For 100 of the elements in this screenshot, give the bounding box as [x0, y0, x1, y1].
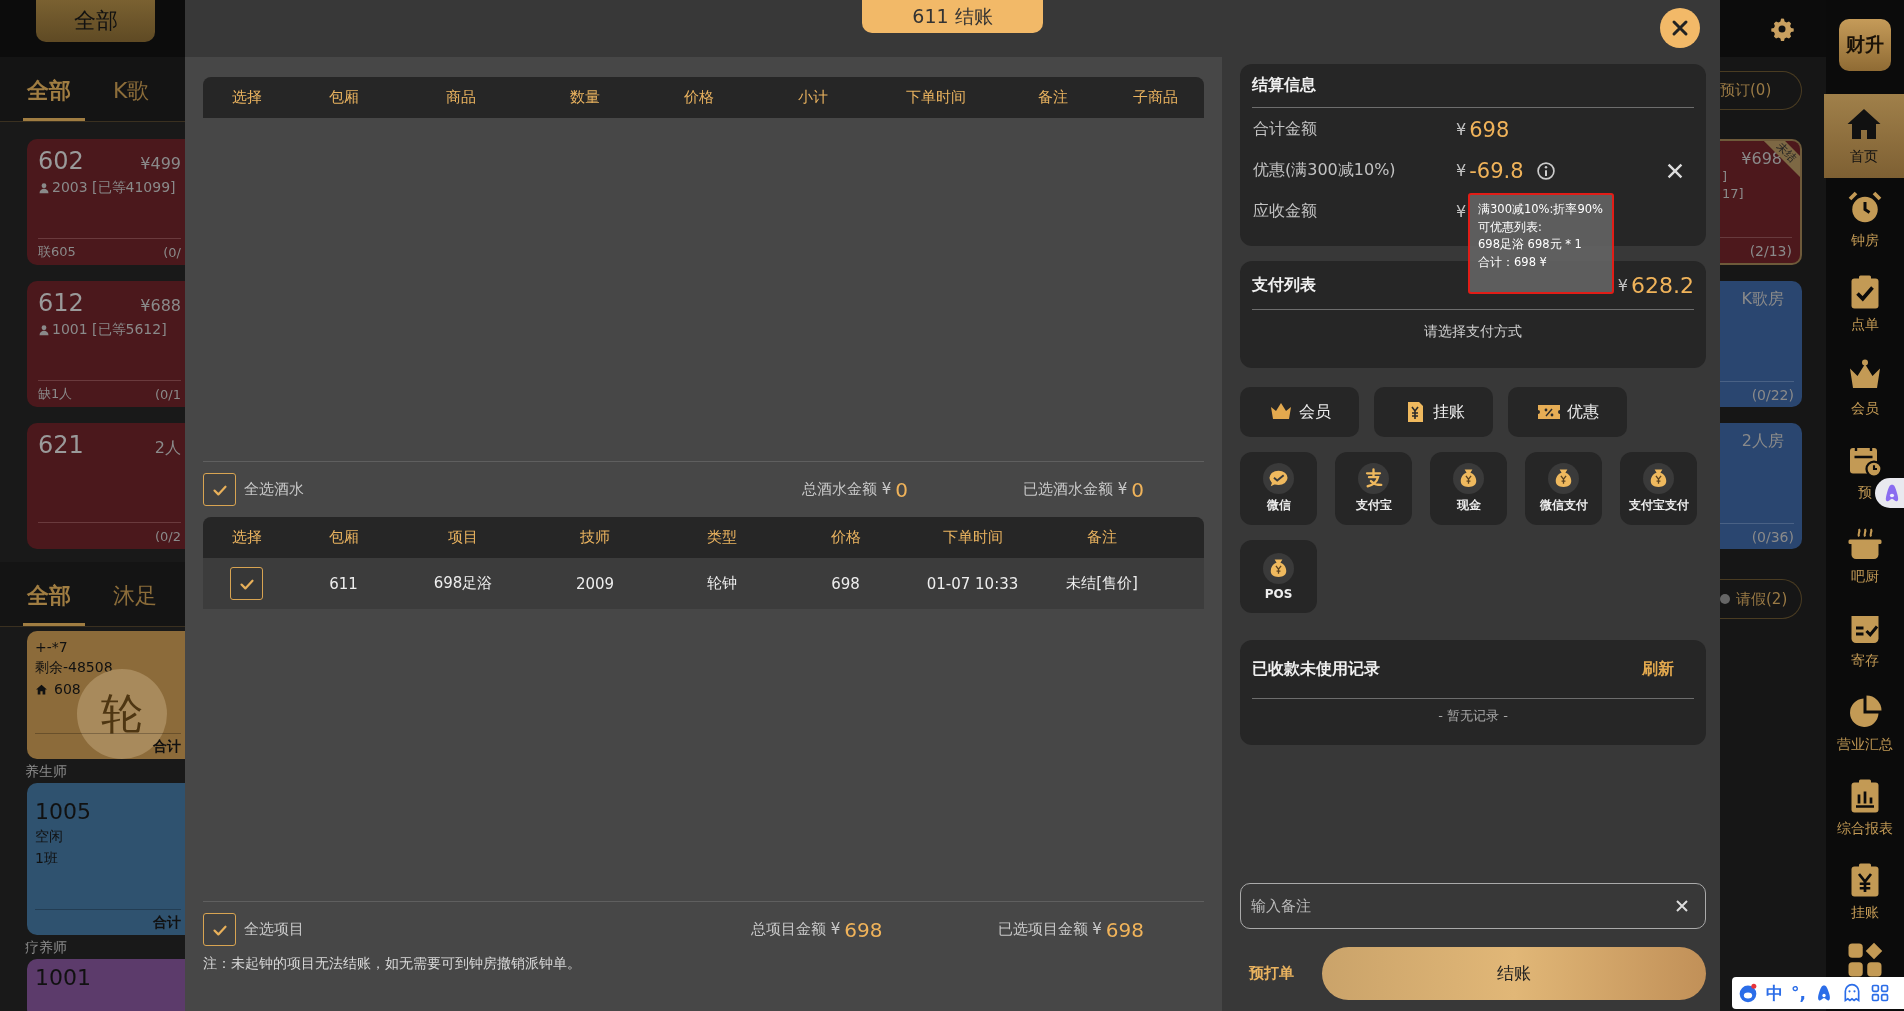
nav-item[interactable]: 综合报表	[1826, 766, 1904, 850]
guest-info: 1001 [已等5612]	[52, 321, 167, 339]
amount-label: 应收金额	[1253, 201, 1318, 222]
nav-item[interactable]: 钟房	[1826, 178, 1904, 262]
cooking-pot-icon	[1847, 526, 1883, 562]
total-amount: 0	[1131, 477, 1144, 502]
card-footer-text: (2/13)	[1749, 242, 1792, 259]
money-bag-icon	[1643, 463, 1674, 494]
nav-item[interactable]: 会员	[1826, 346, 1904, 430]
preprint-link[interactable]: 预打单	[1240, 964, 1322, 983]
table-cell-text: 轮钟	[706, 574, 738, 593]
discount-button[interactable]: 优惠	[1508, 387, 1627, 437]
room-price: 2人	[154, 438, 181, 459]
total-label: 总酒水金额 ¥	[801, 480, 892, 499]
home-icon	[35, 682, 48, 696]
total-label: 已选项目金额 ¥	[997, 920, 1102, 939]
currency-sign: ¥	[1617, 275, 1628, 295]
checkout-button[interactable]: 结账	[1322, 947, 1706, 1000]
category-tab[interactable]: 全部	[23, 581, 85, 626]
column-header: 备注	[1037, 88, 1069, 107]
home-icon	[1846, 106, 1882, 142]
table-cell-text: 611	[328, 574, 359, 593]
card-footer-text: 联605	[38, 243, 76, 261]
card-title: 支付列表	[1252, 274, 1316, 296]
nav-item[interactable]: 寄存	[1826, 598, 1904, 682]
checkbox[interactable]	[230, 567, 263, 600]
card-footer-text: 缺1人	[38, 385, 73, 403]
column-header: 商品	[445, 88, 477, 107]
checkbox-label: 全选项目	[244, 920, 304, 939]
table-cell-text: 698足浴	[432, 574, 494, 593]
empty-hint: 请选择支付方式	[1423, 322, 1523, 341]
refresh-link[interactable]: 刷新	[1642, 658, 1674, 680]
money-bag-icon	[1263, 552, 1294, 584]
checkbox[interactable]	[203, 473, 236, 506]
column-header: 小计	[797, 88, 829, 107]
card-footer-text: (0/2	[155, 528, 181, 544]
member-button[interactable]: 会员	[1240, 387, 1359, 437]
total-amount: 698	[844, 917, 883, 942]
currency-sign: ¥	[1456, 120, 1467, 139]
payment-method-button[interactable]: 支付宝支付	[1620, 452, 1697, 525]
payment-method-button[interactable]: 微信	[1240, 452, 1317, 525]
settings-icon	[1770, 16, 1794, 41]
card-text: 剩余-48508	[35, 659, 114, 677]
column-header: 子商品	[1132, 88, 1179, 107]
group-heading: 养生师	[25, 762, 68, 781]
card-footer-text: 合计	[153, 737, 181, 756]
assistant-float-menu[interactable]	[1875, 478, 1904, 508]
card-text: ]	[1722, 168, 1729, 185]
card-title: 已收款未使用记录	[1252, 658, 1380, 680]
close-button[interactable]	[1660, 8, 1700, 48]
nav-item[interactable]: 点单	[1826, 262, 1904, 346]
grid-icon	[1869, 983, 1890, 1003]
charge-account-button[interactable]: 挂账	[1374, 387, 1493, 437]
nav-item[interactable]: 营业汇总	[1826, 682, 1904, 766]
column-header: 备注	[1086, 528, 1118, 547]
checkbox[interactable]	[203, 913, 236, 946]
guest-info: 2003 [已等41099]	[52, 179, 176, 197]
table-cell-text: 01-07 10:33	[925, 574, 1020, 593]
room-type: 2人房	[1741, 431, 1784, 452]
input-mode[interactable]: 中	[1766, 981, 1783, 1005]
currency-sign: ¥	[1456, 161, 1467, 180]
column-header: 价格	[829, 528, 862, 547]
nav-item[interactable]: 挂账	[1826, 850, 1904, 934]
total-amount: 698	[1105, 917, 1144, 942]
card-footer-text: (0/36)	[1751, 528, 1794, 545]
column-header: 技师	[579, 528, 611, 547]
card-footer-text: 合计	[153, 913, 181, 932]
card-text: 1班	[35, 850, 59, 868]
payment-method-button[interactable]: 微信支付	[1525, 452, 1602, 525]
pie-chart-icon	[1847, 694, 1883, 730]
nav-item[interactable]: 首页	[1824, 94, 1904, 178]
column-header: 价格	[683, 88, 715, 107]
column-header: 选择	[230, 88, 263, 107]
logo: 财升	[1839, 19, 1891, 71]
card-footer-text: (0/22)	[1751, 386, 1794, 403]
card-footer-text: (0/	[163, 244, 181, 260]
paw-logo-icon	[1738, 983, 1758, 1003]
room-number: 608	[54, 681, 81, 697]
card-title: 结算信息	[1252, 75, 1316, 96]
payment-method-button[interactable]: 现金	[1430, 452, 1507, 525]
remark-field[interactable]: 输入备注	[1240, 883, 1706, 929]
difference-amount: 628.2	[1631, 272, 1694, 298]
column-header: 类型	[706, 528, 738, 547]
nav-item[interactable]: 预	[1826, 430, 1904, 514]
payment-method-button[interactable]: POS	[1240, 540, 1317, 613]
punctuation-mode[interactable]: °,	[1791, 983, 1806, 1003]
chat-bubble-icon	[1263, 463, 1294, 494]
room-price: ¥688	[140, 296, 181, 315]
card-text: 空闲	[35, 828, 64, 846]
card-text: +-*7	[35, 639, 69, 655]
staff-number: 1001	[35, 965, 92, 990]
category-tab[interactable]: K歌	[113, 76, 150, 121]
category-tab[interactable]: 全部	[23, 76, 85, 121]
column-header: 下单时间	[904, 88, 967, 107]
tooltip-line: 可优惠列表:	[1478, 218, 1543, 236]
staff-number: 1005	[35, 799, 92, 824]
apps-icon	[1847, 942, 1883, 978]
payment-method-button[interactable]: 支付宝	[1335, 452, 1412, 525]
nav-item[interactable]: 吧厨	[1826, 514, 1904, 598]
category-tab[interactable]: 沐足	[113, 581, 157, 626]
